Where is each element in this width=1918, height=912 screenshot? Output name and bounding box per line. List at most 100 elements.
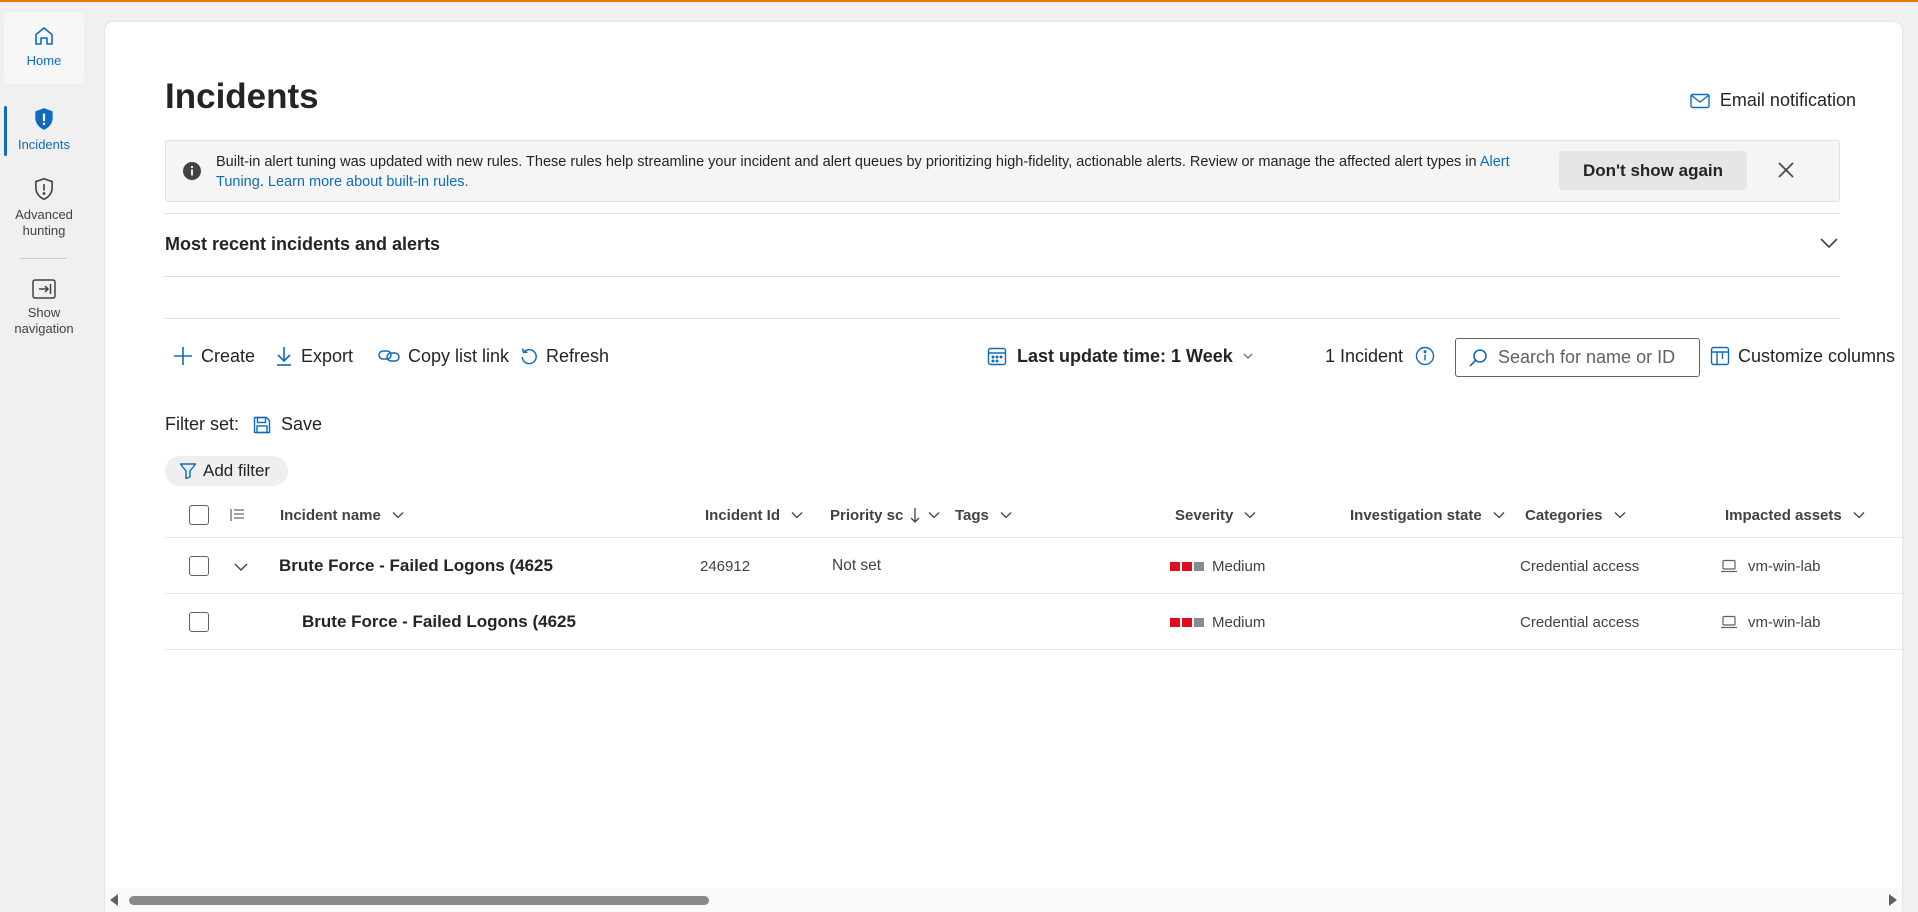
search-input[interactable]	[1498, 347, 1678, 368]
home-icon	[35, 27, 53, 45]
impacted-asset-cell[interactable]: vm-win-lab	[1720, 538, 1821, 594]
filter-set-bar: Filter set: Save	[165, 414, 322, 435]
page-title: Incidents	[165, 77, 319, 116]
chevron-down-icon	[928, 512, 940, 519]
link-icon	[378, 350, 400, 362]
show-navigation-icon	[32, 279, 56, 299]
column-label-categories: Categories	[1525, 506, 1603, 524]
dont-show-again-button[interactable]: Don't show again	[1559, 151, 1747, 190]
chevron-down-icon	[1243, 353, 1253, 359]
left-rail: Home Incidents Advanced hunting Show nav…	[0, 2, 85, 912]
email-notification-button[interactable]: Email notification	[1690, 90, 1856, 111]
search-box[interactable]	[1455, 338, 1700, 377]
rail-item-advanced-hunting[interactable]: Advanced hunting	[4, 176, 84, 246]
severity-cell: Medium	[1170, 594, 1265, 650]
column-label-tags: Tags	[955, 506, 989, 524]
add-filter-button[interactable]: Add filter	[165, 456, 289, 486]
impacted-asset-cell[interactable]: vm-win-lab	[1720, 594, 1821, 650]
row-checkbox[interactable]	[189, 612, 209, 632]
incidents-toolbar: Create Export Copy list link Refresh Las…	[165, 336, 1902, 377]
filter-icon	[179, 463, 197, 480]
info-icon	[1415, 346, 1435, 366]
table-row[interactable]: Brute Force - Failed Logons (4625 246912…	[165, 538, 1902, 594]
info-button[interactable]	[1415, 336, 1435, 376]
severity-bars	[1170, 617, 1204, 627]
column-label-incident-name: Incident name	[280, 506, 381, 524]
column-header-incident-name[interactable]: Incident name	[280, 492, 405, 538]
rail-hunting-label-2: hunting	[22, 223, 66, 238]
top-accent-bar	[0, 0, 1918, 2]
group-list-icon[interactable]	[229, 508, 245, 522]
copy-list-link-label: Copy list link	[408, 345, 510, 366]
rail-item-show-navigation[interactable]: Show navigation	[4, 278, 84, 342]
rail-shownav-label-1: Show	[27, 305, 61, 320]
horizontal-scrollbar[interactable]	[105, 888, 1902, 912]
column-header-investigation-state[interactable]: Investigation state	[1350, 492, 1506, 538]
table-header: Incident name Incident Id Priority sc Ta…	[165, 492, 1902, 538]
asset-name: vm-win-lab	[1748, 613, 1821, 631]
column-label-severity: Severity	[1175, 506, 1234, 524]
column-label-impacted-assets: Impacted assets	[1725, 506, 1842, 524]
search-icon	[1469, 348, 1487, 367]
rail-hunting-label-1: Advanced	[15, 207, 73, 222]
chevron-down-icon	[1614, 512, 1625, 519]
create-button[interactable]: Create	[173, 336, 255, 376]
column-header-priority[interactable]: Priority sc	[830, 492, 941, 538]
row-checkbox[interactable]	[189, 556, 209, 576]
column-header-incident-id[interactable]: Incident Id	[705, 492, 804, 538]
copy-list-link-button[interactable]: Copy list link	[378, 336, 509, 376]
alert-tuning-banner: Built-in alert tuning was updated with n…	[165, 140, 1840, 202]
table-row[interactable]: Brute Force - Failed Logons (4625 Medium…	[165, 594, 1902, 650]
column-label-priority: Priority sc	[830, 506, 904, 524]
shield-outline-icon	[35, 177, 53, 201]
export-button[interactable]: Export	[275, 336, 353, 376]
column-header-tags[interactable]: Tags	[955, 492, 1013, 538]
severity-label: Medium	[1212, 557, 1266, 575]
alert-name-cell[interactable]: Brute Force - Failed Logons (4625	[302, 594, 576, 650]
severity-bars	[1170, 561, 1204, 571]
refresh-icon	[521, 348, 537, 365]
chevron-down-icon[interactable]	[233, 560, 249, 574]
export-label: Export	[301, 345, 354, 366]
filter-set-label: Filter set:	[165, 414, 240, 434]
incident-name-cell[interactable]: Brute Force - Failed Logons (4625	[279, 538, 553, 594]
toolbar-divider	[165, 318, 1840, 319]
column-header-severity[interactable]: Severity	[1175, 492, 1257, 538]
main-content-card: Incidents Email notification Built-in al…	[105, 22, 1902, 912]
email-notification-label: Email notification	[1719, 90, 1856, 110]
rail-item-incidents[interactable]: Incidents	[4, 102, 84, 156]
mail-icon	[1690, 93, 1710, 108]
learn-more-link[interactable]: Learn more about built-in rules.	[268, 174, 469, 190]
severity-cell: Medium	[1170, 538, 1265, 594]
laptop-icon	[1721, 615, 1737, 629]
rail-item-home[interactable]: Home	[4, 12, 84, 84]
save-icon	[253, 416, 271, 433]
save-filter-button[interactable]: Save	[253, 414, 322, 435]
scrollbar-thumb[interactable]	[129, 896, 709, 905]
category-cell: Credential access	[1520, 613, 1640, 631]
customize-columns-button[interactable]: Customize columns	[1710, 336, 1895, 376]
category-cell: Credential access	[1520, 557, 1640, 575]
recent-incidents-section[interactable]: Most recent incidents and alerts	[165, 213, 1840, 277]
scroll-right-arrow[interactable]	[1889, 894, 1897, 906]
incident-id-cell: 246912	[700, 557, 751, 575]
refresh-button[interactable]: Refresh	[520, 336, 609, 376]
calendar-icon	[987, 347, 1007, 366]
last-update-time-filter[interactable]: Last update time: 1 Week	[987, 336, 1253, 376]
sort-descending-icon	[910, 508, 920, 523]
last-update-time-label: Last update time: 1 Week	[1017, 345, 1233, 366]
severity-label: Medium	[1212, 613, 1266, 631]
column-header-impacted-assets[interactable]: Impacted assets	[1725, 492, 1866, 538]
recent-incidents-title: Most recent incidents and alerts	[165, 234, 441, 254]
chevron-down-icon[interactable]	[1818, 232, 1840, 254]
rail-home-label: Home	[26, 53, 62, 68]
column-header-categories[interactable]: Categories	[1525, 492, 1627, 538]
scroll-left-arrow[interactable]	[110, 894, 118, 906]
incidents-table: Incident name Incident Id Priority sc Ta…	[165, 492, 1902, 650]
chevron-down-icon	[392, 512, 404, 519]
rail-shownav-label-2: navigation	[14, 321, 74, 336]
close-icon[interactable]	[1774, 158, 1798, 182]
priority-cell: Not set	[832, 557, 882, 574]
select-all-checkbox[interactable]	[189, 505, 209, 525]
banner-text: Built-in alert tuning was updated with n…	[216, 154, 1480, 170]
